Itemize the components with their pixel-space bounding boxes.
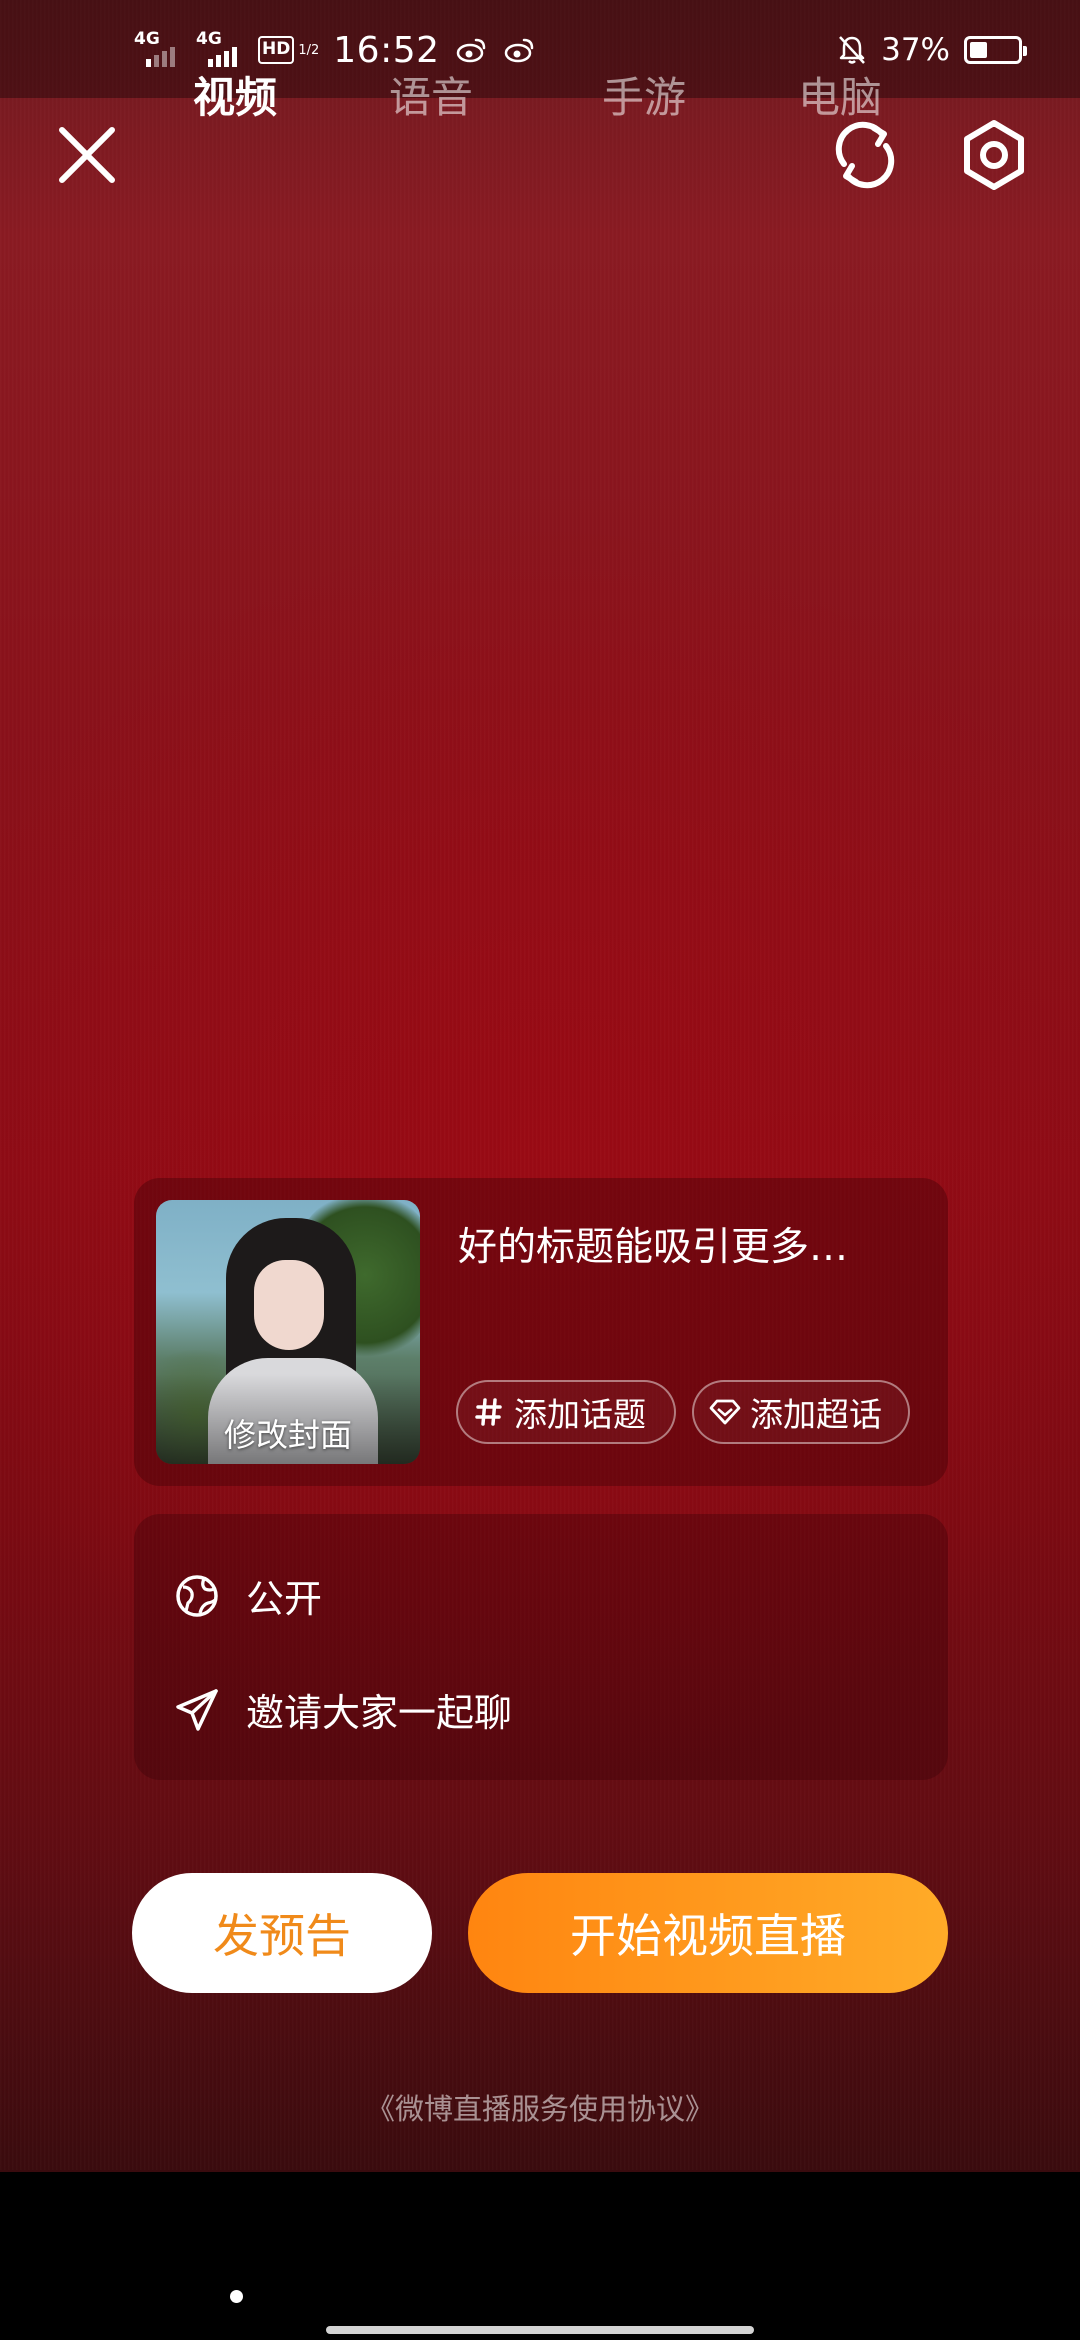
agreement-link[interactable]: 《微博直播服务使用协议》	[0, 2086, 1080, 2128]
add-topic-label: 添加话题	[514, 1395, 646, 1434]
battery-icon	[964, 36, 1027, 64]
add-supertopic-button[interactable]: 添加超话	[692, 1380, 910, 1444]
battery-fill	[970, 42, 987, 58]
status-bar: 4G 4G HD 1/2 16:52 37%	[0, 0, 1080, 98]
preview-button[interactable]: 发预告	[132, 1873, 432, 1993]
settings-icon	[964, 120, 1024, 190]
settings-button[interactable]	[955, 116, 1033, 194]
live-info-card: 修改封面 好的标题能吸引更多… 添加话题 添加超话	[134, 1178, 948, 1486]
hd-voice-icon: HD	[258, 36, 295, 64]
weibo-icon	[456, 38, 485, 63]
add-supertopic-label: 添加超话	[750, 1395, 882, 1434]
signal-label: 4G	[196, 29, 222, 49]
mode-tab-bar	[0, 2172, 1080, 2340]
live-setup-screen: 4G 4G HD 1/2 16:52 37% 修改封面 好的标题能吸引更多… 添…	[0, 0, 1080, 2340]
hashtag-icon	[472, 1395, 506, 1429]
tab-video[interactable]: 视频	[193, 64, 277, 125]
cover-photo-face	[254, 1260, 324, 1350]
home-indicator[interactable]	[326, 2326, 754, 2334]
invite-label: 邀请大家一起聊	[246, 1691, 513, 1735]
signal-label: 4G	[134, 29, 160, 49]
status-right: 37%	[837, 32, 1027, 68]
title-input[interactable]: 好的标题能吸引更多…	[458, 1216, 928, 1272]
battery-percent: 37%	[881, 32, 950, 68]
tab-mobile-game[interactable]: 手游	[602, 64, 686, 125]
cover-image[interactable]: 修改封面	[156, 1200, 420, 1464]
signal-icon: 4G	[134, 31, 186, 69]
add-topic-button[interactable]: 添加话题	[456, 1380, 676, 1444]
visibility-option[interactable]: 公开	[174, 1568, 322, 1623]
tab-pc[interactable]: 电脑	[798, 64, 882, 125]
flip-camera-icon	[835, 121, 895, 189]
mute-bell-icon	[839, 36, 866, 64]
hd-voice-sub: 1/2	[298, 42, 320, 58]
visibility-label: 公开	[246, 1577, 323, 1621]
active-tab-indicator	[230, 2290, 243, 2303]
diamond-icon	[708, 1395, 742, 1429]
live-options-card: 公开 邀请大家一起聊	[134, 1514, 948, 1780]
invite-option[interactable]: 邀请大家一起聊	[174, 1682, 512, 1737]
start-live-button[interactable]: 开始视频直播	[468, 1873, 948, 1993]
send-icon	[174, 1687, 220, 1733]
tab-voice[interactable]: 语音	[389, 64, 473, 125]
weibo-icon	[504, 38, 533, 63]
close-button[interactable]	[54, 122, 120, 188]
close-icon	[59, 127, 115, 183]
background-texture	[0, 0, 1080, 2170]
globe-icon	[174, 1573, 220, 1619]
edit-cover-label[interactable]: 修改封面	[156, 1410, 420, 1456]
flip-camera-button[interactable]	[828, 118, 902, 192]
